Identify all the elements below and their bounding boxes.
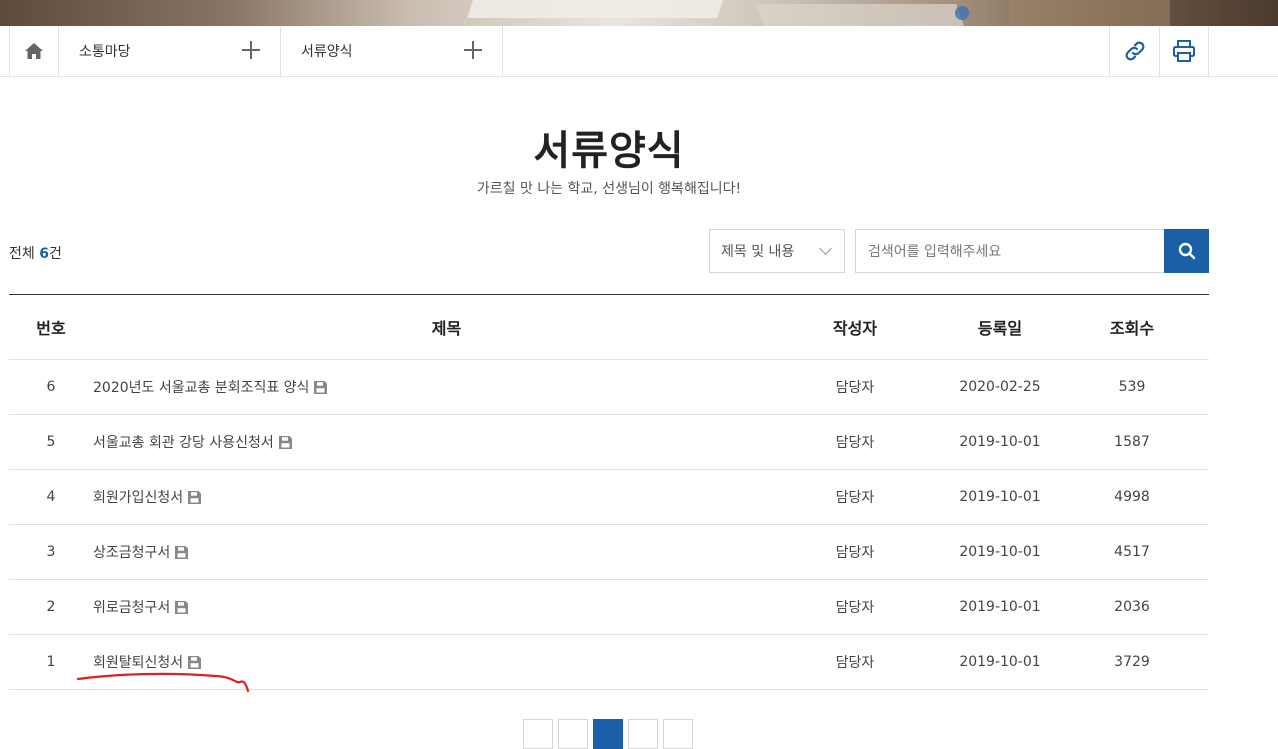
copy-link-button[interactable] (1109, 26, 1159, 76)
table-header: 번호 제목 작성자 등록일 조회수 (9, 295, 1209, 360)
table-row: 4 회원가입신청서 담당자 2019-10-01 4998 (9, 470, 1209, 525)
row-title-link[interactable]: 회원가입신청서 (93, 487, 183, 507)
row-title-link[interactable]: 회원탈퇴신청서 (93, 652, 183, 672)
total-prefix: 전체 (9, 246, 40, 262)
link-icon (1125, 41, 1144, 61)
row-author: 담당자 (835, 545, 875, 561)
print-icon (1173, 40, 1195, 62)
row-num: 6 (46, 379, 56, 395)
row-views: 3729 (1114, 654, 1150, 670)
row-title-link[interactable]: 상조금청구서 (93, 542, 170, 562)
row-views: 4998 (1114, 489, 1150, 505)
header-num: 번호 (36, 319, 66, 338)
page-1-button[interactable] (593, 719, 623, 749)
row-views: 539 (1118, 379, 1146, 395)
save-file-icon (188, 490, 202, 504)
row-title-link[interactable]: 위로금청구서 (93, 597, 170, 617)
pagination (523, 719, 693, 749)
header-title: 제목 (431, 319, 462, 338)
search-placeholder: 검색어를 입력해주세요 (868, 244, 1002, 260)
table-row: 3 상조금청구서 담당자 2019-10-01 4517 (9, 525, 1209, 580)
row-author: 담당자 (835, 380, 875, 396)
row-author: 담당자 (835, 655, 875, 671)
row-views: 4517 (1114, 544, 1150, 560)
total-count: 전체 6건 (9, 243, 62, 263)
save-file-icon (175, 600, 189, 614)
print-button[interactable] (1159, 26, 1209, 76)
table-row: 5 서울교총 회관 강당 사용신청서 담당자 2019-10-01 1587 (9, 415, 1209, 470)
search-icon (1178, 242, 1195, 260)
row-num: 5 (46, 434, 56, 450)
row-author: 담당자 (835, 600, 875, 616)
search-input[interactable]: 검색어를 입력해주세요 (855, 229, 1165, 273)
row-date: 2019-10-01 (959, 489, 1041, 505)
header-date: 등록일 (977, 319, 1023, 338)
row-date: 2019-10-01 (959, 434, 1041, 450)
row-author: 담당자 (835, 490, 875, 506)
row-num: 2 (46, 599, 56, 615)
red-underline-annotation (76, 672, 250, 693)
page-title: 서류양식 (533, 128, 685, 174)
search-type-select[interactable]: 제목 및 내용 (709, 229, 845, 273)
nav-menu-label: 소통마당 (79, 44, 131, 60)
header-author: 작성자 (832, 319, 878, 338)
total-number: 6 (39, 246, 49, 262)
header-views: 조회수 (1109, 319, 1155, 338)
row-num: 1 (46, 654, 56, 670)
total-suffix: 건 (48, 246, 62, 262)
row-views: 2036 (1114, 599, 1150, 615)
table-row: 6 2020년도 서울교총 분회조직표 양식 담당자 2020-02-25 53… (9, 360, 1209, 415)
save-file-icon (278, 435, 292, 449)
row-num: 3 (46, 544, 56, 560)
last-page-button[interactable] (663, 719, 693, 749)
header-banner-image (0, 0, 1278, 26)
row-date: 2019-10-01 (959, 599, 1041, 615)
row-title-link[interactable]: 2020년도 서울교총 분회조직표 양식 (93, 377, 309, 397)
location-nav: 소통마당 서류양식 (0, 26, 1278, 77)
nav-menu-label: 서류양식 (301, 44, 353, 60)
save-file-icon (314, 380, 328, 394)
first-page-button[interactable] (523, 719, 553, 749)
nav-menu-forms[interactable]: 서류양식 (281, 26, 503, 76)
row-views: 1587 (1114, 434, 1150, 450)
table-row: 2 위로금청구서 담당자 2019-10-01 2036 (9, 580, 1209, 635)
nav-menu-communication[interactable]: 소통마당 (59, 26, 281, 76)
board-table: 번호 제목 작성자 등록일 조회수 6 2020년도 서울교총 분회조직표 양식… (9, 294, 1209, 690)
row-num: 4 (46, 489, 56, 505)
chevron-down-icon (819, 242, 832, 255)
plus-icon[interactable] (464, 41, 482, 59)
prev-page-button[interactable] (558, 719, 588, 749)
plus-icon[interactable] (242, 41, 260, 59)
save-file-icon (188, 655, 202, 669)
page-subtitle: 가르칠 맛 나는 학교, 선생님이 행복해집니다! (476, 181, 742, 197)
home-button[interactable] (9, 26, 59, 76)
home-icon (25, 43, 43, 59)
row-title-link[interactable]: 서울교총 회관 강당 사용신청서 (93, 432, 274, 452)
row-date: 2019-10-01 (959, 654, 1041, 670)
search-type-value: 제목 및 내용 (721, 244, 795, 260)
search-button[interactable] (1164, 229, 1209, 273)
save-file-icon (175, 545, 189, 559)
row-date: 2020-02-25 (959, 379, 1041, 395)
row-date: 2019-10-01 (959, 544, 1041, 560)
next-page-button[interactable] (628, 719, 658, 749)
row-author: 담당자 (835, 435, 875, 451)
